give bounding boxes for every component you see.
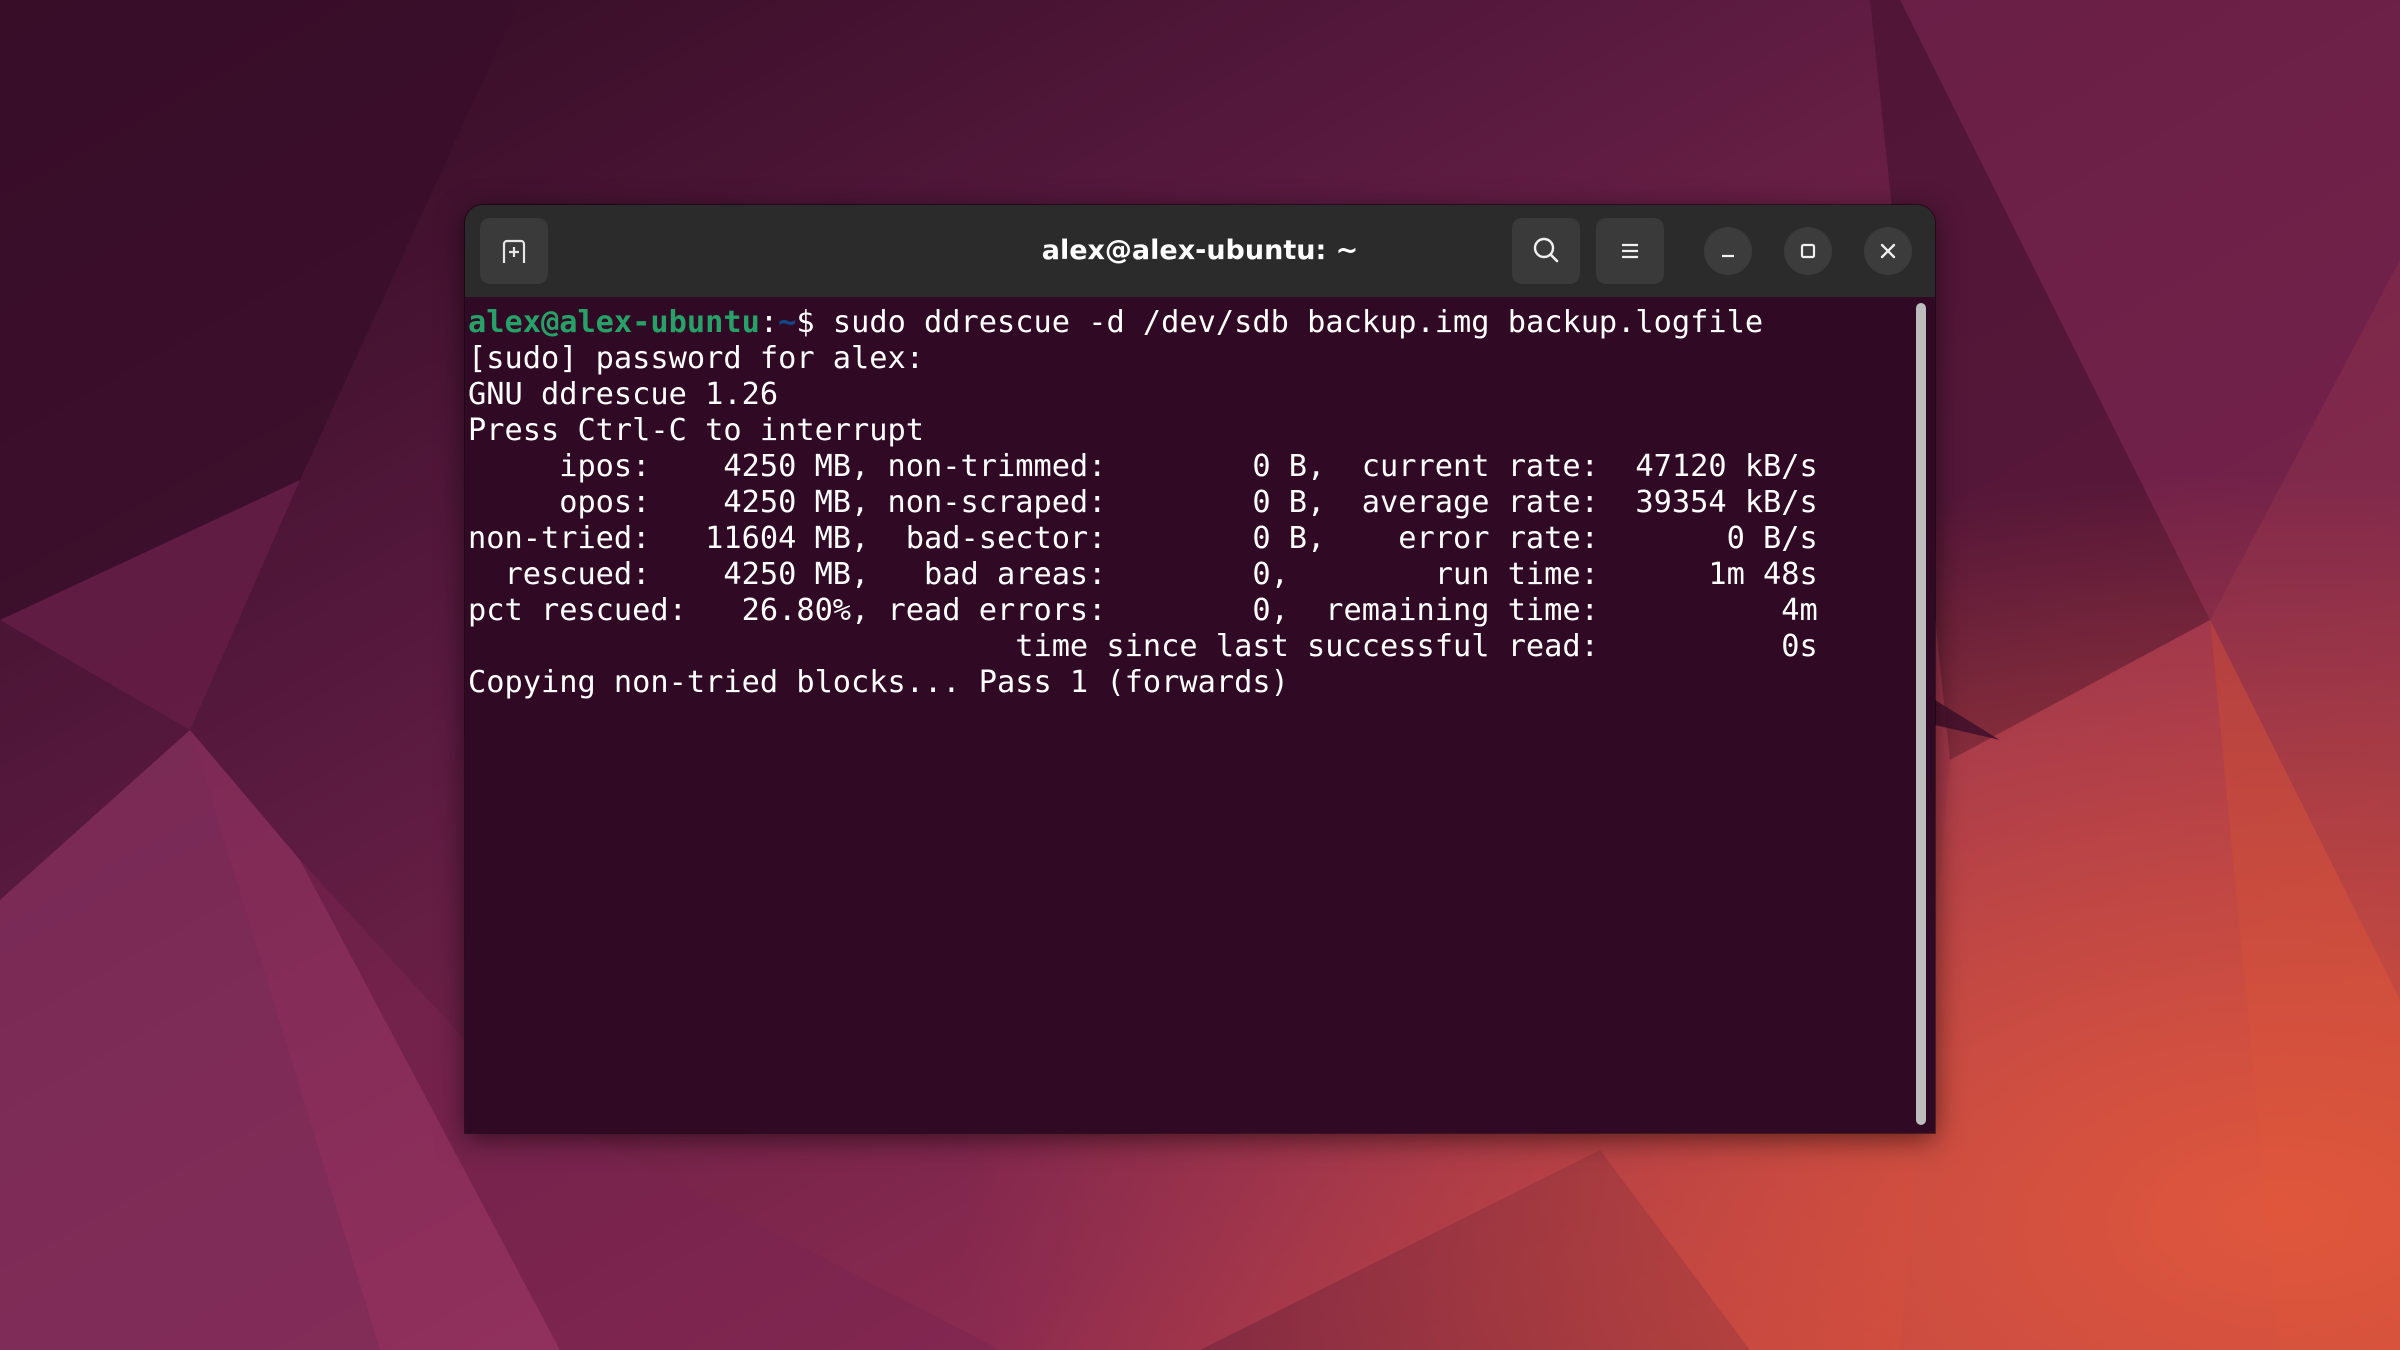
- new-tab-button[interactable]: [480, 218, 548, 284]
- output-line-rescued: rescued: 4250 MB, bad areas: 0, run time…: [468, 557, 1818, 592]
- output-line-last-read: time since last successful read: 0s: [468, 629, 1818, 664]
- terminal-window: alex@alex-ubuntu: ~ alex@alex-ubuntu:~$ …: [465, 205, 1935, 1133]
- new-tab-icon: [502, 239, 526, 263]
- search-icon: [1533, 237, 1559, 263]
- output-line-interrupt: Press Ctrl-C to interrupt: [468, 413, 925, 448]
- prompt-symbol: $: [796, 305, 833, 340]
- scrollbar-thumb[interactable]: [1916, 303, 1926, 1125]
- terminal-scrollbar[interactable]: [1916, 303, 1926, 1125]
- terminal-output: alex@alex-ubuntu:~$ sudo ddrescue -d /de…: [468, 305, 1818, 701]
- minimize-button[interactable]: [1704, 227, 1752, 275]
- output-line-sudo: [sudo] password for alex:: [468, 341, 925, 376]
- maximize-icon: [1800, 243, 1816, 259]
- output-line-pct-rescued: pct rescued: 26.80%, read errors: 0, rem…: [468, 593, 1818, 628]
- prompt-path: ~: [778, 305, 797, 340]
- terminal-area[interactable]: alex@alex-ubuntu:~$ sudo ddrescue -d /de…: [465, 297, 1935, 1133]
- minimize-icon: [1722, 254, 1734, 258]
- command-text: sudo ddrescue -d /dev/sdb backup.img bac…: [832, 305, 1764, 340]
- close-icon: [1880, 243, 1896, 259]
- output-line-non-tried: non-tried: 11604 MB, bad-sector: 0 B, er…: [468, 521, 1818, 556]
- output-line-opos: opos: 4250 MB, non-scraped: 0 B, average…: [468, 485, 1818, 520]
- output-line-version: GNU ddrescue 1.26: [468, 377, 779, 412]
- maximize-button[interactable]: [1784, 227, 1832, 275]
- menu-button[interactable]: [1596, 218, 1664, 284]
- output-line-status: Copying non-tried blocks... Pass 1 (forw…: [468, 665, 1289, 700]
- prompt-user-host: alex@alex-ubuntu: [468, 305, 760, 340]
- close-button[interactable]: [1864, 227, 1912, 275]
- search-button[interactable]: [1512, 218, 1580, 284]
- window-headerbar[interactable]: alex@alex-ubuntu: ~: [465, 205, 1935, 298]
- hamburger-menu-icon: [1622, 243, 1638, 259]
- prompt-separator: :: [759, 305, 779, 340]
- output-line-ipos: ipos: 4250 MB, non-trimmed: 0 B, current…: [468, 449, 1818, 484]
